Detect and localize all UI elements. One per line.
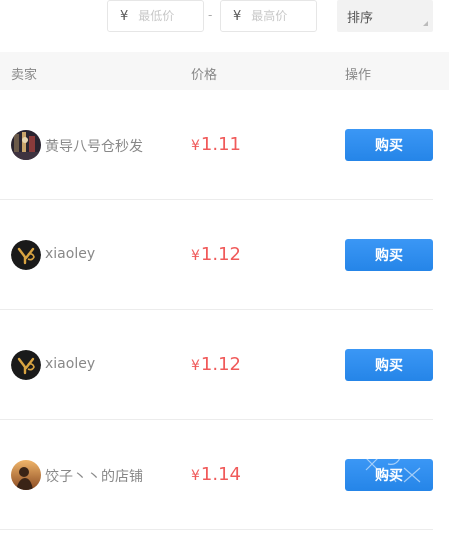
max-price-field[interactable]: ¥ xyxy=(220,0,317,32)
price-amount: 1.14 xyxy=(200,464,241,485)
price-currency: ¥ xyxy=(191,138,200,154)
header-price: 价格 xyxy=(191,68,218,83)
currency-symbol: ¥ xyxy=(233,8,242,24)
max-price-input[interactable] xyxy=(251,9,312,23)
price-amount: 1.12 xyxy=(200,354,241,375)
price-value: ¥1.14 xyxy=(191,464,241,485)
seller-name[interactable]: 饺子丶丶的店铺 xyxy=(45,466,143,486)
buy-button[interactable]: 购买 xyxy=(345,349,433,381)
sort-label: 排序 xyxy=(347,10,374,26)
min-price-field[interactable]: ¥ xyxy=(107,0,204,32)
seller-name[interactable]: 黄导八号仓秒发 xyxy=(45,136,143,156)
buy-button[interactable]: 购买 xyxy=(345,459,433,491)
table-header: 卖家 价格 操作 xyxy=(0,52,449,90)
price-value: ¥1.11 xyxy=(191,134,241,155)
buy-button[interactable]: 购买 xyxy=(345,129,433,161)
filter-bar: ¥ - ¥ 排序 xyxy=(0,0,449,52)
photo-avatar-icon[interactable] xyxy=(11,130,41,160)
seller-name[interactable]: xiaoley xyxy=(45,356,95,372)
logo-avatar-icon[interactable] xyxy=(11,240,41,270)
seller-name[interactable]: xiaoley xyxy=(45,246,95,262)
table-row: xiaoley ¥1.12 购买 xyxy=(0,310,433,420)
min-price-input[interactable] xyxy=(138,9,199,23)
price-value: ¥1.12 xyxy=(191,244,241,265)
sort-select[interactable]: 排序 xyxy=(337,0,433,32)
header-seller: 卖家 xyxy=(11,68,38,83)
table-row: 黄导八号仓秒发 ¥1.11 购买 xyxy=(0,90,433,200)
price-range-separator: - xyxy=(208,8,213,22)
buy-button[interactable]: 购买 xyxy=(345,239,433,271)
logo-avatar-icon[interactable] xyxy=(11,350,41,380)
price-value: ¥1.12 xyxy=(191,354,241,375)
resize-corner-icon xyxy=(423,21,428,26)
header-action: 操作 xyxy=(345,68,372,83)
seller-list: 黄导八号仓秒发 ¥1.11 购买 xiaoley ¥1.12 购买 xiaole… xyxy=(0,90,449,530)
table-row: xiaoley ¥1.12 购买 xyxy=(0,200,433,310)
price-currency: ¥ xyxy=(191,248,200,264)
price-currency: ¥ xyxy=(191,468,200,484)
price-currency: ¥ xyxy=(191,358,200,374)
table-row: 饺子丶丶的店铺 ¥1.14 购买 xyxy=(0,420,433,530)
price-amount: 1.12 xyxy=(200,244,241,265)
price-amount: 1.11 xyxy=(200,134,241,155)
silhouette-avatar-icon[interactable] xyxy=(11,460,41,490)
currency-symbol: ¥ xyxy=(120,8,129,24)
